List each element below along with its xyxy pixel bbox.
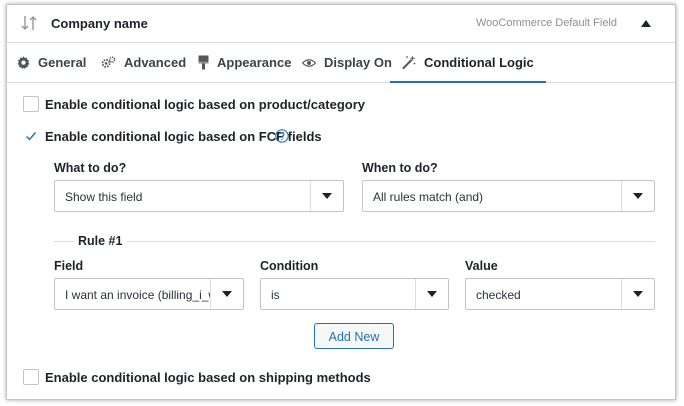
field-type-label: WooCommerce Default Field — [475, 17, 617, 29]
when-to-do-value: All rules match (and) — [373, 190, 484, 204]
what-to-do-dropdown[interactable] — [310, 181, 343, 211]
rule-field-dropdown[interactable] — [210, 279, 243, 309]
collapse-arrow-icon[interactable] — [641, 19, 651, 27]
field-header[interactable]: Company name WooCommerce Default Field — [7, 5, 675, 43]
what-to-do-label: What to do? — [54, 161, 127, 175]
checkmark-icon — [26, 132, 37, 141]
rule-title: Rule #1 — [78, 234, 123, 248]
eye-icon — [302, 58, 316, 67]
rule-value-select[interactable]: checked — [465, 278, 655, 310]
tab-advanced[interactable]: Advanced — [101, 43, 186, 82]
rule-condition-select[interactable]: is — [260, 278, 449, 310]
rule-divider-right — [127, 241, 655, 242]
what-to-do-value: Show this field — [65, 190, 143, 204]
shipping-methods-checkbox[interactable] — [23, 369, 39, 385]
sort-icon[interactable] — [21, 14, 37, 32]
caret-down-icon — [633, 193, 643, 199]
shipping-methods-label: Enable conditional logic based on shippi… — [45, 370, 371, 385]
paint-brush-icon — [198, 55, 209, 70]
rule-field-select[interactable]: I want an invoice (billing_i_w... — [54, 278, 244, 310]
tab-display-on-label: Display On — [324, 55, 392, 70]
rule-value-label: Value — [465, 259, 498, 273]
caret-down-icon — [322, 193, 332, 199]
rule-condition-dropdown[interactable] — [415, 279, 448, 309]
help-icon[interactable] — [275, 129, 289, 143]
rule-divider-left — [54, 241, 74, 242]
what-to-do-select[interactable]: Show this field — [54, 180, 344, 212]
tab-conditional-logic-label: Conditional Logic — [424, 54, 534, 70]
when-to-do-label: When to do? — [362, 161, 438, 175]
tab-conditional-logic[interactable]: Conditional Logic — [390, 43, 546, 83]
caret-down-icon — [633, 291, 643, 297]
when-to-do-select[interactable]: All rules match (and) — [362, 180, 655, 212]
rule-value-value: checked — [476, 288, 521, 302]
rule-field-value: I want an invoice (billing_i_w... — [65, 288, 210, 302]
field-title: Company name — [51, 16, 148, 31]
caret-down-icon — [222, 291, 232, 297]
product-category-label: Enable conditional logic based on produc… — [45, 97, 365, 112]
caret-down-icon — [427, 291, 437, 297]
add-new-button[interactable]: Add New — [314, 323, 394, 349]
gears-icon — [101, 56, 116, 68]
gear-icon — [17, 56, 30, 69]
magic-wand-icon — [402, 55, 416, 69]
tab-appearance[interactable]: Appearance — [198, 43, 291, 82]
rule-value-dropdown[interactable] — [621, 279, 654, 309]
tab-display-on[interactable]: Display On — [302, 43, 392, 82]
tab-general[interactable]: General — [17, 43, 86, 82]
rule-field-label: Field — [54, 259, 84, 273]
tab-advanced-label: Advanced — [124, 55, 187, 70]
tab-appearance-label: Appearance — [217, 55, 292, 70]
tab-bar: General Advanced Appearance Display On C… — [7, 43, 675, 83]
when-to-do-dropdown[interactable] — [621, 181, 654, 211]
fcf-fields-checkbox[interactable] — [23, 128, 39, 144]
tab-general-label: General — [38, 55, 87, 70]
rule-condition-label: Condition — [260, 259, 319, 273]
field-panel: Company name WooCommerce Default Field G… — [6, 4, 676, 400]
rule-condition-value: is — [271, 288, 280, 302]
product-category-checkbox[interactable] — [23, 96, 39, 112]
